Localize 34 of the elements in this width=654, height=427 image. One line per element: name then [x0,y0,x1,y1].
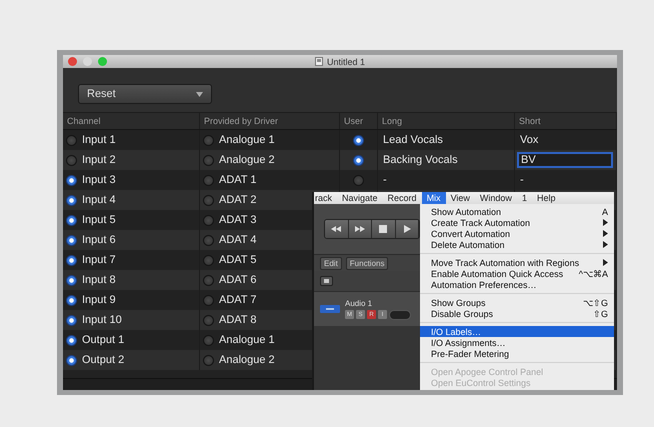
driver-label: ADAT 3 [219,214,256,226]
short-label: Vox [520,134,538,146]
channel-label: Output 2 [82,354,124,366]
driver-label: ADAT 6 [219,274,256,286]
channel-label: Output 1 [82,334,124,346]
short-label: - [520,174,524,186]
long-label: Backing Vocals [383,154,458,166]
long-label: - [383,174,387,186]
channel-label: Input 4 [82,194,116,206]
driver-label: Analogue 1 [219,334,275,346]
channel-label: Input 8 [82,274,116,286]
channel-label: Input 9 [82,294,116,306]
long-label: Lead Vocals [383,134,443,146]
driver-label: ADAT 7 [219,294,256,306]
channel-label: Input 7 [82,254,116,266]
driver-label: Analogue 2 [219,154,275,166]
track-name: Audio 1 [345,298,374,308]
driver-label: ADAT 8 [219,314,256,326]
window-title: Untitled 1 [326,56,366,66]
channel-label: Input 1 [82,134,116,146]
channel-label: Input 6 [82,234,116,246]
channel-label: Input 10 [82,314,122,326]
channel-label: Input 5 [82,214,116,226]
driver-label: Analogue 1 [219,134,275,146]
driver-label: ADAT 2 [219,194,256,206]
driver-label: ADAT 5 [219,254,256,266]
shortcut-label: ⇧G [592,308,608,318]
driver-label: ADAT 4 [219,234,256,246]
channel-label: Input 2 [82,154,116,166]
driver-label: ADAT 1 [219,174,256,186]
driver-label: Analogue 2 [219,354,275,366]
shortcut-label: ⌥⇧G [582,298,608,308]
shortcut-label: ^⌥⌘A [578,268,608,278]
channel-label: Input 3 [82,174,116,186]
